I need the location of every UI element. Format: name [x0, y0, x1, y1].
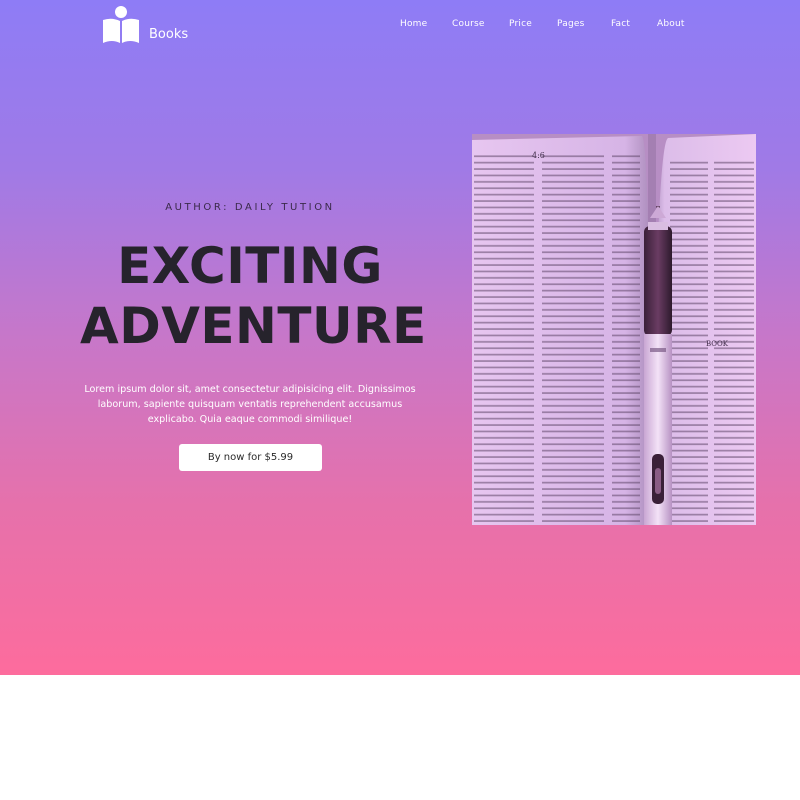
author-line: AUTHOR: DAILY TUTION [165, 202, 335, 213]
side-label-text: BOOK [706, 340, 729, 348]
buy-now-button[interactable]: By now for $5.99 [179, 444, 322, 471]
hero-headline: EXCITING ADVENTURE [80, 236, 427, 356]
nav-item-course[interactable]: Course [452, 19, 485, 29]
book-photo-svg: 4:6 BOOK [472, 134, 756, 525]
nav-item-about[interactable]: About [657, 19, 685, 29]
open-book-with-pen-photo: 4:6 BOOK [472, 134, 756, 525]
nav-item-pages[interactable]: Pages [557, 19, 584, 29]
nav-item-fact[interactable]: Fact [611, 19, 630, 29]
nav-item-price[interactable]: Price [509, 19, 532, 29]
headline-line-2: ADVENTURE [80, 297, 427, 355]
reader-book-icon [103, 6, 139, 43]
page-below-hero [0, 675, 800, 800]
brand-name: Books [149, 27, 189, 42]
hero-description: Lorem ipsum dolor sit, amet consectetur … [84, 384, 416, 425]
brand-logo[interactable]: Books [101, 5, 188, 45]
hero-section: Books Home Course Price Pages Fact About… [0, 0, 800, 675]
pen-graphic [644, 206, 672, 525]
page-number-text: 4:6 [532, 151, 545, 160]
nav-item-home[interactable]: Home [400, 19, 427, 29]
headline-line-1: EXCITING [117, 237, 383, 295]
